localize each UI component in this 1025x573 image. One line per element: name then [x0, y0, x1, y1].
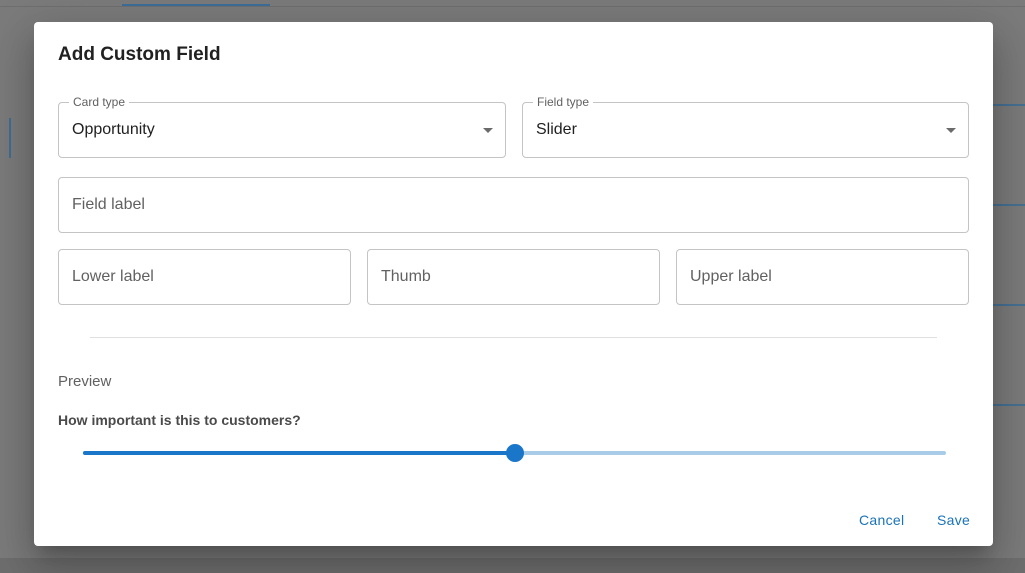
upper-label-input[interactable]: Upper label: [676, 249, 969, 305]
preview-heading: Preview: [58, 373, 112, 390]
lower-label-input[interactable]: Lower label: [58, 249, 351, 305]
card-type-label: Card type: [69, 95, 130, 109]
background-active-tab-indicator: [122, 4, 270, 6]
field-type-value: Slider: [536, 121, 577, 138]
background-row-divider: [993, 404, 1025, 406]
slider-track: [83, 451, 515, 455]
field-label-placeholder: Field label: [72, 196, 145, 213]
card-type-value: Opportunity: [72, 121, 155, 138]
preview-slider[interactable]: [83, 440, 946, 466]
background-row-divider: [993, 204, 1025, 206]
save-button[interactable]: Save: [929, 506, 978, 534]
add-custom-field-dialog: Add Custom Field Card type Opportunity F…: [34, 22, 993, 546]
background-nav-indicator: [9, 118, 11, 158]
upper-label-placeholder: Upper label: [690, 268, 772, 285]
field-type-label: Field type: [533, 95, 594, 109]
background-header-line: [0, 6, 1025, 7]
preview-question: How important is this to customers?: [58, 412, 301, 428]
background-row-divider: [993, 304, 1025, 306]
dialog-title: Add Custom Field: [58, 44, 221, 65]
background-row-divider: [993, 104, 1025, 106]
thumb-placeholder: Thumb: [381, 268, 431, 285]
dropdown-arrow-icon: [483, 128, 493, 133]
slider-thumb[interactable]: [505, 444, 524, 462]
lower-label-placeholder: Lower label: [72, 268, 154, 285]
cancel-button[interactable]: Cancel: [851, 506, 912, 534]
section-divider: [90, 337, 937, 338]
background-footer: [0, 558, 1025, 573]
field-label-input[interactable]: Field label: [58, 177, 969, 233]
thumb-input[interactable]: Thumb: [367, 249, 660, 305]
field-type-select[interactable]: Field type Slider: [522, 95, 969, 158]
dropdown-arrow-icon: [946, 128, 956, 133]
card-type-select[interactable]: Card type Opportunity: [58, 95, 506, 158]
